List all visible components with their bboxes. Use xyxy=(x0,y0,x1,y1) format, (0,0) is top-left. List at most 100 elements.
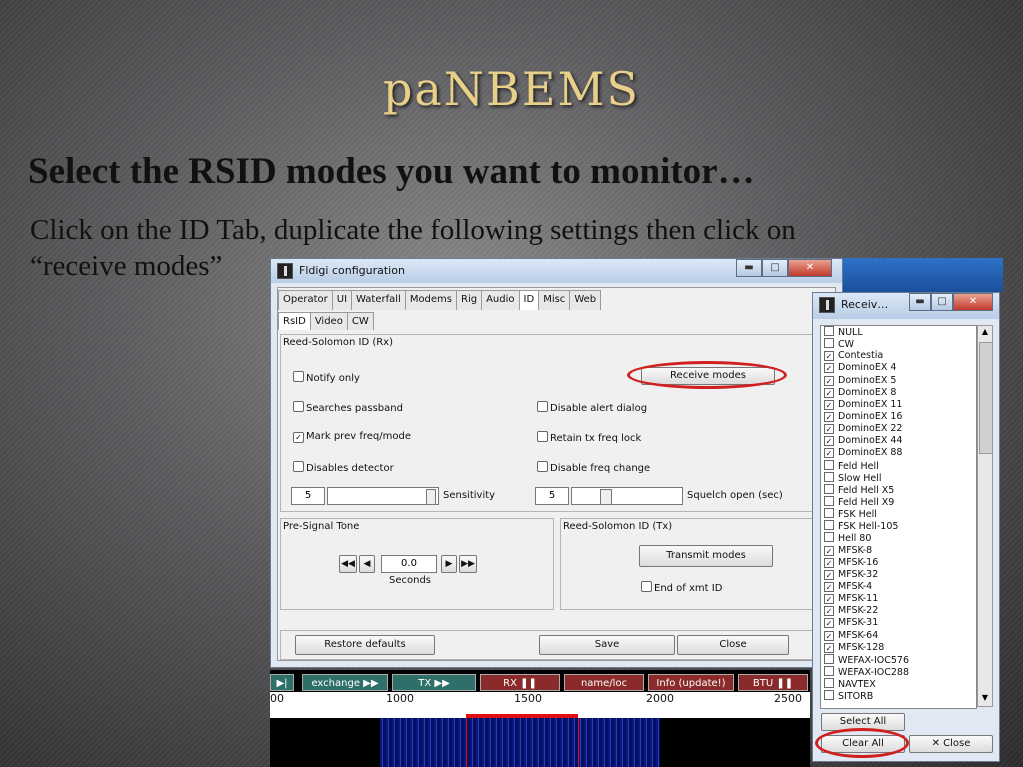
mode-label: NAVTEX xyxy=(838,679,876,691)
subtab-rsid[interactable]: RsID xyxy=(278,312,311,330)
checkmark-icon: ✓ xyxy=(824,424,834,435)
mode-list-item[interactable]: WEFAX-IOC576 xyxy=(821,653,976,666)
mode-list-item[interactable]: ✓ DominoEX 5 xyxy=(821,375,976,387)
name-loc-button[interactable]: name/loc xyxy=(564,674,644,691)
checkbox-icon xyxy=(537,461,548,472)
subtab-video[interactable]: Video xyxy=(309,312,348,330)
mode-list-item[interactable]: SITORB xyxy=(821,690,976,702)
fast-forward-icon[interactable]: ▶▶ xyxy=(459,555,477,573)
mode-list-item[interactable]: ✓ MFSK-16 xyxy=(821,557,976,569)
mode-list-item[interactable]: ✓ Contestia xyxy=(821,350,976,362)
mode-list-item[interactable]: NAVTEX xyxy=(821,678,976,690)
transmit-modes-button[interactable]: Transmit modes xyxy=(639,545,773,567)
mode-list-item[interactable]: Feld Hell X5 xyxy=(821,483,976,496)
mark-prev-checkbox[interactable]: ✓ Mark prev freq/mode xyxy=(293,431,411,443)
close-icon[interactable]: ✕ xyxy=(953,293,993,311)
mode-list-item[interactable]: Hell 80 xyxy=(821,532,976,544)
end-of-xmt-checkbox[interactable]: End of xmt ID xyxy=(641,581,722,594)
mode-label: MFSK-32 xyxy=(838,568,879,580)
tab-audio[interactable]: Audio xyxy=(481,290,520,310)
mode-list-item[interactable]: ✓ MFSK-4 xyxy=(821,581,976,593)
searches-passband-checkbox[interactable]: Searches passband xyxy=(293,401,403,414)
mode-list-item[interactable]: ✓ MFSK-8 xyxy=(821,545,976,557)
restore-defaults-button[interactable]: Restore defaults xyxy=(295,635,435,655)
minimize-icon[interactable]: ▬ xyxy=(736,259,762,277)
step-forward-icon[interactable]: ▶ xyxy=(441,555,457,573)
mode-list-item[interactable]: NULL xyxy=(821,326,976,338)
exchange-button[interactable]: exchange ▶▶ xyxy=(302,674,388,691)
mode-list-item[interactable]: ✓ MFSK-11 xyxy=(821,593,976,605)
checkmark-icon: ✓ xyxy=(824,387,834,398)
sensitivity-value[interactable]: 5 xyxy=(291,487,325,505)
squelch-slider[interactable] xyxy=(571,487,683,505)
slider-handle[interactable] xyxy=(426,489,436,505)
mode-label: WEFAX-IOC288 xyxy=(838,666,909,678)
minimize-icon[interactable]: ▬ xyxy=(909,293,931,311)
step-back-icon[interactable]: ◀ xyxy=(359,555,375,573)
mode-list-item[interactable]: ✓ MFSK-31 xyxy=(821,617,976,629)
scroll-up-icon[interactable]: ▲ xyxy=(979,327,991,339)
mode-list-item[interactable]: ✓ DominoEX 44 xyxy=(821,435,976,447)
checkmark-icon: ✓ xyxy=(824,545,834,556)
tx-button[interactable]: TX ▶▶ xyxy=(392,674,476,691)
notify-only-checkbox[interactable]: Notify only xyxy=(293,371,360,384)
mode-list-item[interactable]: ✓ DominoEX 11 xyxy=(821,399,976,411)
tab-operator[interactable]: Operator xyxy=(278,290,333,310)
mode-list-item[interactable]: ✓ DominoEX 8 xyxy=(821,387,976,399)
disables-detector-checkbox[interactable]: Disables detector xyxy=(293,461,394,474)
tab-modems[interactable]: Modems xyxy=(404,290,458,310)
info-update-button[interactable]: Info (update!) xyxy=(648,674,734,691)
mode-list-item[interactable]: Slow Hell xyxy=(821,471,976,484)
maximize-icon[interactable]: □ xyxy=(762,259,788,277)
mode-list-item[interactable]: ✓ MFSK-22 xyxy=(821,605,976,617)
rx-button[interactable]: RX ❚❚ xyxy=(480,674,560,691)
tick-label: 00 xyxy=(270,692,284,705)
receive-close-button[interactable]: ✕ Close xyxy=(909,735,993,753)
tab-misc[interactable]: Misc xyxy=(538,290,571,310)
mode-list-item[interactable]: Feld Hell xyxy=(821,459,976,472)
btu-button[interactable]: BTU ❚❚ xyxy=(738,674,808,691)
checkbox-icon xyxy=(824,338,834,349)
squelch-value[interactable]: 5 xyxy=(535,487,569,505)
tab-waterfall[interactable]: Waterfall xyxy=(351,290,406,310)
checkbox-icon xyxy=(824,508,834,519)
save-button[interactable]: Save xyxy=(539,635,675,655)
tab-ui[interactable]: UI xyxy=(331,290,353,310)
modes-scrollbar[interactable]: ▲ ▼ xyxy=(977,325,993,707)
subtab-cw[interactable]: CW xyxy=(346,312,374,330)
tab-web[interactable]: Web xyxy=(569,290,602,310)
mode-list-item[interactable]: ✓ MFSK-32 xyxy=(821,569,976,581)
slider-handle[interactable] xyxy=(600,489,612,505)
scroll-thumb[interactable] xyxy=(979,342,993,454)
mode-label: Feld Hell X5 xyxy=(838,484,895,496)
mode-label: FSK Hell xyxy=(838,509,877,521)
retain-tx-checkbox[interactable]: Retain tx freq lock xyxy=(537,431,641,444)
close-button[interactable]: Close xyxy=(677,635,789,655)
modes-list[interactable]: NULL CW ✓ Contestia ✓ DominoEX 4 ✓ DominoEX 5 ✓ D… xyxy=(820,325,977,709)
disable-alert-checkbox[interactable]: Disable alert dialog xyxy=(537,401,647,414)
mode-list-item[interactable]: ✓ DominoEX 16 xyxy=(821,411,976,423)
mode-list-item[interactable]: ✓ DominoEX 22 xyxy=(821,423,976,435)
maximize-icon[interactable]: □ xyxy=(931,293,953,311)
tab-rig[interactable]: Rig xyxy=(456,290,483,310)
presignal-value[interactable]: 0.0 xyxy=(381,555,437,573)
prev-arrow-icon[interactable]: ▶| xyxy=(270,674,294,691)
close-icon[interactable]: ✕ xyxy=(788,259,832,277)
mode-list-item[interactable]: Feld Hell X9 xyxy=(821,495,976,508)
fast-rewind-icon[interactable]: ◀◀ xyxy=(339,555,357,573)
mode-list-item[interactable]: CW xyxy=(821,338,976,350)
waterfall[interactable] xyxy=(270,718,810,767)
mode-list-item[interactable]: ✓ MFSK-128 xyxy=(821,642,976,654)
sensitivity-slider[interactable] xyxy=(327,487,439,505)
disable-freq-change-checkbox[interactable]: Disable freq change xyxy=(537,461,650,474)
mode-list-item[interactable]: FSK Hell xyxy=(821,508,976,520)
mode-label: MFSK-16 xyxy=(838,556,879,568)
mode-list-item[interactable]: ✓ DominoEX 4 xyxy=(821,362,976,374)
tab-id[interactable]: ID xyxy=(518,290,540,310)
mode-list-item[interactable]: ✓ DominoEX 88 xyxy=(821,447,976,459)
mode-list-item[interactable]: ✓ MFSK-64 xyxy=(821,630,976,642)
rx-group: Reed-Solomon ID (Rx) Notify only Receive… xyxy=(280,334,829,512)
mode-list-item[interactable]: FSK Hell-105 xyxy=(821,520,976,532)
scroll-down-icon[interactable]: ▼ xyxy=(979,693,991,705)
mode-list-item[interactable]: WEFAX-IOC288 xyxy=(821,665,976,678)
